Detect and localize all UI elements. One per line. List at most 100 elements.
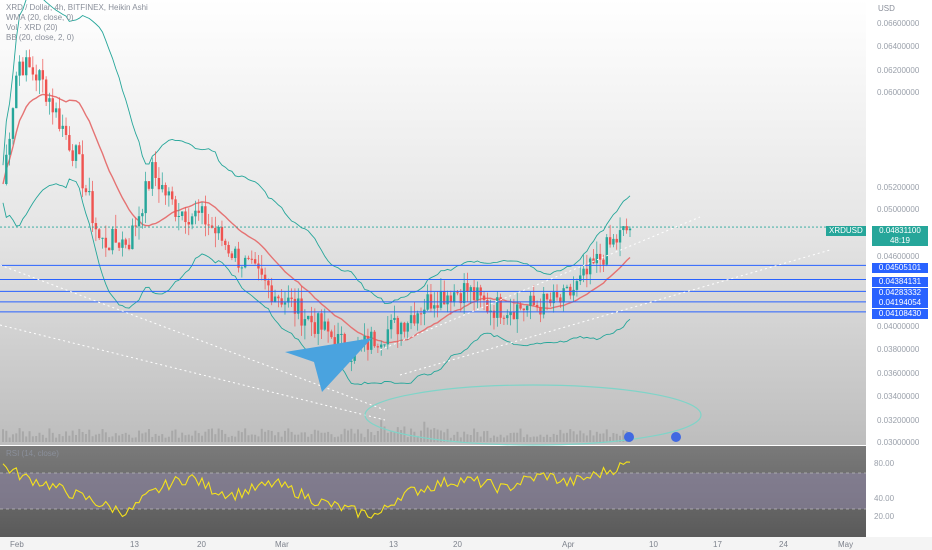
candle-body [433, 305, 436, 309]
volume-bar [114, 433, 117, 442]
volume-bar [254, 434, 257, 442]
price-tick: 0.06200000 [877, 66, 920, 75]
candle-body [117, 242, 121, 248]
volume-bar [473, 428, 476, 442]
volume-bar [575, 434, 578, 442]
volume-bar [58, 434, 61, 442]
volume-bar [171, 430, 174, 442]
volume-bar [287, 428, 290, 442]
candle-body [628, 228, 632, 231]
volume-bar [91, 436, 94, 442]
legend-bb: BB (20, close, 2, 0) [6, 33, 75, 42]
candle-body [373, 331, 376, 347]
candle-body [579, 275, 582, 282]
volume-bar [194, 430, 197, 442]
price-tick: 0.06600000 [877, 19, 920, 28]
price-tick: 0.06000000 [877, 88, 920, 97]
volume-bar [592, 435, 595, 442]
volume-bar [167, 436, 170, 442]
volume-bar [396, 427, 399, 442]
chart-canvas[interactable] [0, 0, 932, 550]
candle-body [323, 321, 326, 330]
volume-bar [8, 437, 11, 442]
volume-bar [400, 429, 403, 442]
volume-bar [519, 428, 522, 442]
volume-bar [38, 432, 41, 442]
volume-bar [124, 432, 127, 442]
candle-body [5, 154, 8, 184]
volume-bar [559, 429, 562, 442]
candle-body [15, 75, 18, 109]
volume-bar [274, 435, 277, 442]
candle-body [472, 287, 476, 301]
volume-bar [230, 435, 233, 442]
candle-body [111, 228, 114, 251]
candle-body [204, 206, 207, 225]
candle-body [81, 154, 84, 189]
candle-body [194, 210, 197, 217]
candle-body [602, 259, 605, 265]
volume-bar [612, 433, 615, 442]
last-price-tag: 0.04831100 48:19 [872, 226, 928, 246]
volume-bar [28, 431, 31, 442]
volume-bar [138, 430, 141, 442]
candle-body [436, 305, 439, 308]
volume-bar [151, 436, 154, 442]
volume-bar [542, 436, 545, 442]
volume-bar [337, 436, 340, 442]
candle-body [250, 258, 254, 260]
volume-bar [25, 436, 28, 442]
date-tick: 24 [779, 540, 788, 549]
candle-body [68, 135, 71, 151]
volume-bar [78, 428, 81, 442]
volume-bar [247, 435, 250, 442]
candle-body [267, 280, 270, 286]
volume-bar [118, 435, 121, 442]
level-tag: 0.04505101 [872, 263, 928, 273]
candle-body [277, 296, 280, 299]
volume-bar [356, 429, 359, 442]
volume-bar [55, 437, 58, 442]
candle-body [177, 215, 181, 217]
candle-body [370, 331, 373, 350]
volume-bar [197, 433, 200, 442]
candle-body [605, 237, 608, 265]
candle-body [310, 315, 313, 323]
volume-bar [154, 433, 157, 442]
candle-body [466, 283, 469, 292]
volume-bar [429, 429, 432, 442]
volume-bar [463, 431, 466, 442]
candle-body [462, 283, 466, 304]
candle-body [257, 263, 260, 269]
volume-bar [300, 432, 303, 442]
candle-body [582, 268, 585, 276]
volume-bar [234, 436, 237, 442]
candle-body [588, 258, 592, 275]
candle-body [18, 61, 21, 76]
candle-body [234, 248, 237, 259]
candle-body [98, 229, 101, 239]
candle-body [164, 184, 167, 196]
volume-bar [466, 434, 469, 442]
volume-bar [108, 437, 111, 442]
candle-body [247, 257, 250, 259]
volume-bar [174, 429, 177, 442]
candle-body [379, 344, 383, 348]
candle-body [482, 295, 486, 301]
candle-body [137, 216, 141, 227]
candle-body [184, 211, 187, 223]
volume-bar [131, 437, 134, 442]
candle-body [44, 79, 48, 102]
volume-bar [68, 435, 71, 442]
candle-body [575, 281, 579, 290]
volume-bar [220, 429, 223, 442]
price-tick: 0.05000000 [877, 205, 920, 214]
volume-bar [546, 434, 549, 442]
date-axis-bg [0, 537, 932, 550]
candle-body [572, 289, 575, 296]
volume-bar [602, 433, 605, 442]
volume-bar [184, 435, 187, 442]
volume-bar [35, 435, 38, 442]
volume-bar [88, 429, 91, 442]
candle-body [127, 244, 131, 250]
